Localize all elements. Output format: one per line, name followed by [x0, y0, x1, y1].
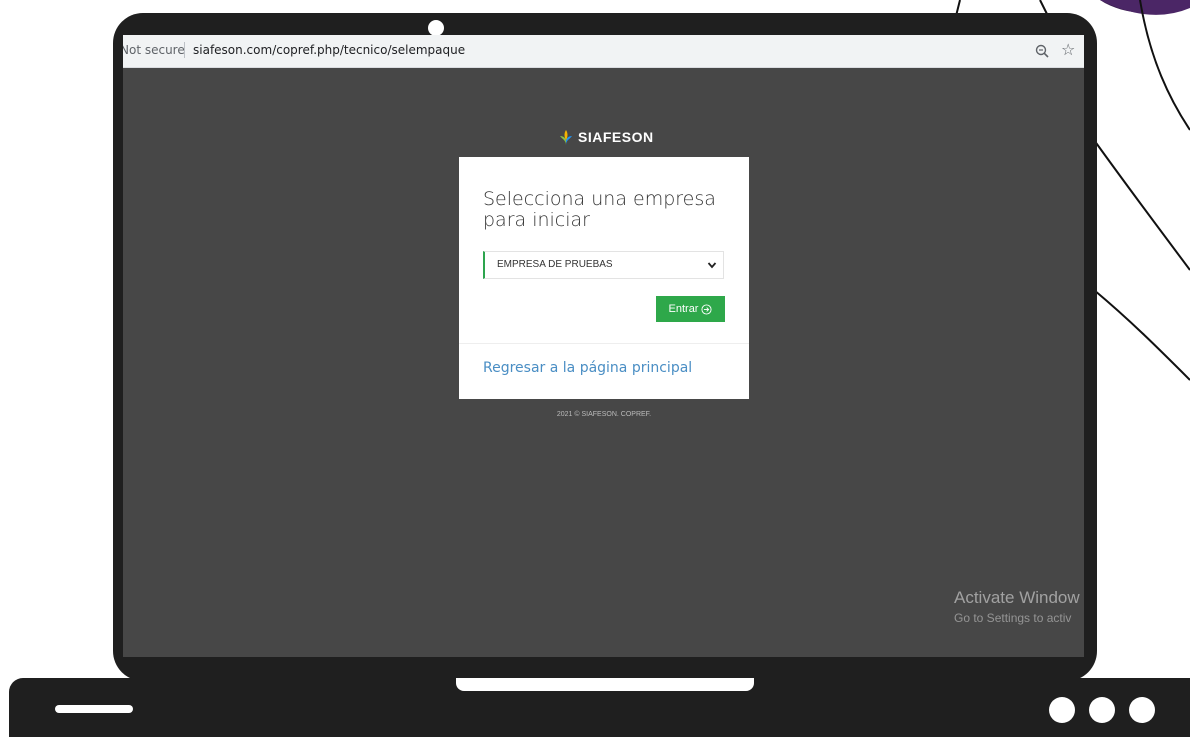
company-select[interactable]: EMPRESA DE PRUEBAS	[483, 251, 724, 279]
camera-dot	[428, 20, 444, 36]
copyright-text: 2021 © SIAFESON. COPREF.	[556, 411, 652, 418]
enter-button[interactable]: Entrar	[656, 296, 725, 322]
security-label[interactable]: Not secure	[123, 43, 185, 57]
arrow-circle-right-icon	[701, 303, 713, 315]
base-dot-2	[1089, 697, 1115, 723]
laptop-screen: Not secure siafeson.com/copref.php/tecni…	[123, 35, 1084, 657]
laptop-hinge-notch	[456, 678, 754, 691]
base-dot-1	[1049, 697, 1075, 723]
brand-header: SIAFESON	[558, 127, 654, 147]
chevron-down-icon	[707, 262, 717, 269]
url-text[interactable]: siafeson.com/copref.php/tecnico/selempaq…	[193, 43, 465, 57]
activate-windows-subtitle: Go to Settings to activ	[954, 611, 1072, 625]
back-to-home-link[interactable]: Regresar a la página principal	[483, 360, 692, 376]
card-divider	[459, 343, 749, 344]
brand-name: SIAFESON	[578, 129, 654, 145]
company-select-value: EMPRESA DE PRUEBAS	[497, 259, 613, 270]
company-selection-card: Selecciona una empresa para iniciar EMPR…	[459, 157, 749, 399]
base-decor-bar	[55, 705, 133, 713]
zoom-icon[interactable]	[1034, 43, 1050, 59]
card-title: Selecciona una empresa para iniciar	[483, 188, 716, 231]
enter-button-label: Entrar	[668, 303, 699, 315]
activate-windows-title: Activate Window	[954, 588, 1080, 607]
address-separator	[184, 42, 185, 58]
base-dot-3	[1129, 697, 1155, 723]
browser-address-bar[interactable]: Not secure siafeson.com/copref.php/tecni…	[123, 35, 1084, 68]
star-icon[interactable]: ☆	[1061, 40, 1075, 60]
siafeson-logo-icon	[560, 130, 572, 145]
